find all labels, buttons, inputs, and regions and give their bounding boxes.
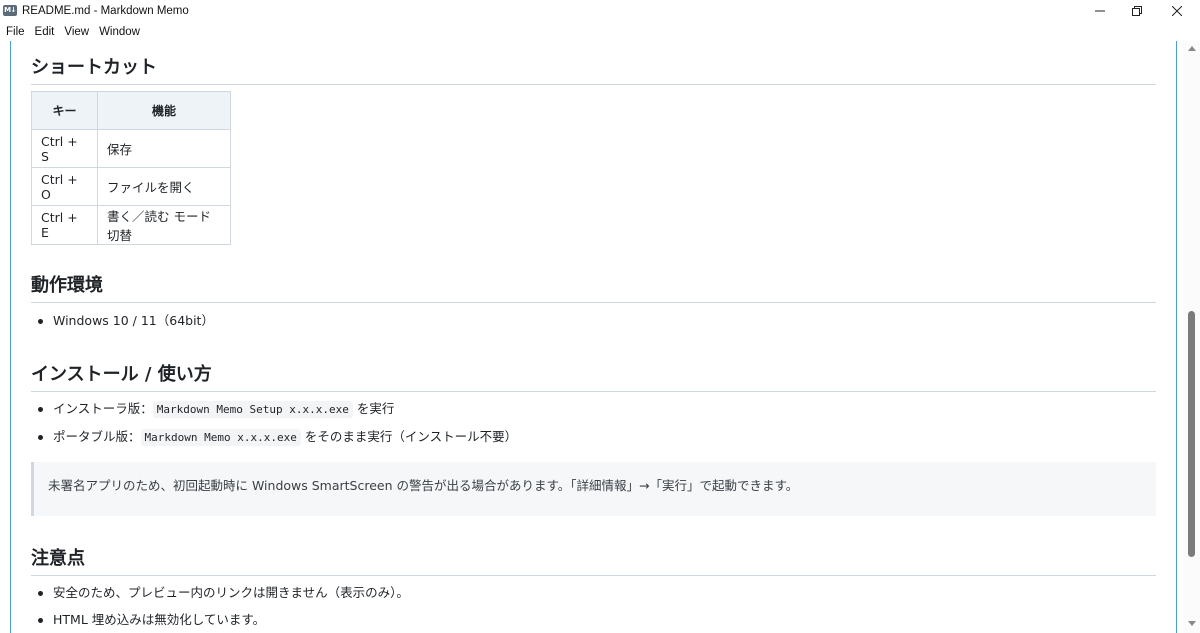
vertical-scrollbar[interactable]: [1183, 41, 1200, 633]
close-button[interactable]: [1154, 0, 1200, 21]
table-header-key: キー: [31, 91, 98, 130]
app-icon: M↓: [3, 5, 17, 16]
table-row: Ctrl + S 保存: [31, 129, 231, 168]
table-row: Ctrl + O ファイルを開く: [31, 167, 231, 206]
menu-file[interactable]: File: [0, 26, 30, 38]
list-item: ポータブル版： Markdown Memo x.x.x.exe をそのまま実行（イ…: [31, 423, 517, 451]
table-header-function: 機能: [97, 91, 231, 130]
menu-window[interactable]: Window: [94, 26, 145, 38]
menu-bar: File Edit View Window: [0, 23, 145, 41]
table-cell-key: Ctrl + S: [31, 129, 98, 168]
notes-list: 安全のため、プレビュー内のリンクは開きません（表示のみ）。 HTML 埋め込みは…: [31, 579, 409, 633]
heading-environment: 動作環境: [31, 271, 1156, 303]
preview-pane[interactable]: ショートカット キー 機能 Ctrl + S 保存 Ctrl + O ファイルを…: [10, 41, 1177, 633]
portable-prefix: ポータブル版：: [53, 429, 141, 444]
list-item: Windows 10 / 11（64bit）: [31, 307, 214, 334]
installer-filename: Markdown Memo Setup x.x.x.exe: [152, 401, 353, 418]
menu-edit[interactable]: Edit: [30, 26, 60, 38]
table-row: Ctrl + E 書く／読む モード切替: [31, 205, 231, 245]
restore-icon: [1132, 5, 1142, 16]
minimize-icon: [1095, 10, 1105, 11]
menu-view[interactable]: View: [59, 26, 94, 38]
table-cell-key: Ctrl + O: [31, 167, 98, 206]
title-bar: M↓ README.md - Markdown Memo: [0, 0, 1200, 21]
table-cell-function: 書く／読む モード切替: [97, 205, 231, 245]
scroll-down-arrow-icon[interactable]: [1188, 621, 1196, 626]
install-prefix: インストーラ版：: [53, 401, 153, 416]
install-suffix: を実行: [356, 401, 395, 416]
environment-list: Windows 10 / 11（64bit）: [31, 307, 214, 334]
heading-shortcuts: ショートカット: [31, 53, 1156, 85]
close-icon: [1172, 5, 1182, 16]
scrollbar-thumb[interactable]: [1188, 311, 1195, 557]
portable-suffix: をそのまま実行（インストール不要）: [304, 429, 518, 444]
table-cell-key: Ctrl + E: [31, 205, 98, 245]
window-title: README.md - Markdown Memo: [22, 4, 189, 17]
table-header-row: キー 機能: [31, 91, 231, 130]
portable-filename: Markdown Memo x.x.x.exe: [140, 429, 301, 446]
heading-install: インストール / 使い方: [31, 360, 1156, 392]
smartscreen-note: 未署名アプリのため、初回起動時に Windows SmartScreen の警告…: [31, 462, 1156, 516]
shortcuts-table: キー 機能 Ctrl + S 保存 Ctrl + O ファイルを開く Ctrl …: [31, 91, 231, 245]
list-item: 安全のため、プレビュー内のリンクは開きません（表示のみ）。: [31, 579, 409, 606]
list-item: HTML 埋め込みは無効化しています。: [31, 606, 409, 633]
install-list: インストーラ版： Markdown Memo Setup x.x.x.exe を実…: [31, 395, 517, 451]
list-item: インストーラ版： Markdown Memo Setup x.x.x.exe を実…: [31, 395, 517, 423]
scroll-up-arrow-icon[interactable]: [1188, 46, 1196, 51]
heading-notes: 注意点: [31, 544, 1156, 576]
table-cell-function: 保存: [97, 129, 231, 168]
table-cell-function: ファイルを開く: [97, 167, 231, 206]
